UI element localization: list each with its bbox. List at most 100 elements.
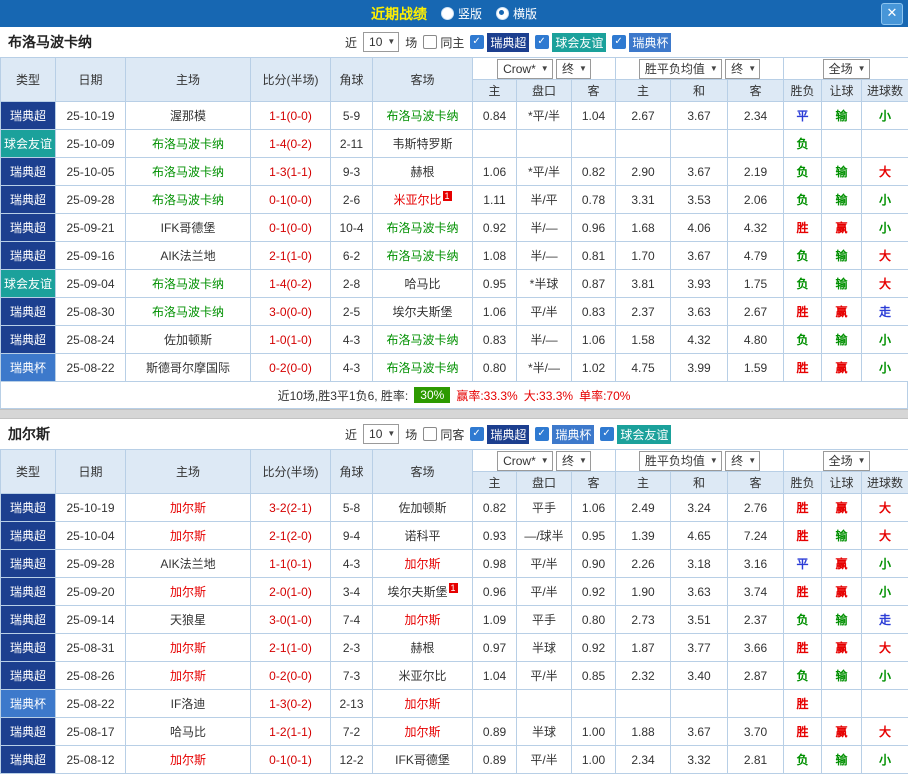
- league-filter[interactable]: 球会友谊: [535, 33, 606, 52]
- away-team[interactable]: 赫根: [373, 158, 473, 186]
- away-team[interactable]: 埃尔夫斯堡: [373, 298, 473, 326]
- final-select[interactable]: 终▼: [725, 451, 760, 471]
- away-team[interactable]: 韦斯特罗斯: [373, 130, 473, 158]
- final-select[interactable]: 终▼: [556, 59, 591, 79]
- league-badge: 瑞典杯: [552, 425, 594, 444]
- same-side-filter[interactable]: 同客: [423, 426, 464, 443]
- same-side-filter[interactable]: 同主: [423, 34, 464, 51]
- home-team[interactable]: 布洛马波卡纳: [126, 298, 251, 326]
- league-filter[interactable]: 球会友谊: [600, 425, 671, 444]
- home-team[interactable]: 布洛马波卡纳: [126, 186, 251, 214]
- home-team[interactable]: 佐加顿斯: [126, 326, 251, 354]
- mode-label-horizontal: 横版: [513, 5, 537, 22]
- league-filter[interactable]: 瑞典超: [470, 425, 529, 444]
- odds-away: 2.06: [728, 186, 784, 214]
- close-button[interactable]: ✕: [881, 3, 903, 25]
- league-filter[interactable]: 瑞典杯: [612, 33, 671, 52]
- odds-dropdown-cell: 胜平负均值▼ 终▼: [616, 450, 784, 472]
- score: 2-1(1-0): [251, 242, 331, 270]
- home-team[interactable]: AIK法兰地: [126, 242, 251, 270]
- final-select[interactable]: 终▼: [556, 451, 591, 471]
- chevron-down-icon: ▼: [541, 452, 549, 470]
- match-count-select[interactable]: 10▼: [363, 424, 399, 444]
- result-wdl: 负: [784, 746, 822, 774]
- mode-label-vertical: 竖版: [458, 5, 482, 22]
- bookmaker-select[interactable]: Crow*▼: [497, 451, 553, 471]
- away-team[interactable]: 布洛马波卡纳: [373, 214, 473, 242]
- avg-odds-select[interactable]: 胜平负均值▼: [639, 59, 722, 79]
- away-team[interactable]: 米亚尔比1: [373, 186, 473, 214]
- match-date: 25-09-14: [56, 606, 126, 634]
- away-team[interactable]: 埃尔夫斯堡1: [373, 578, 473, 606]
- away-team[interactable]: 加尔斯: [373, 550, 473, 578]
- title-bar: 近期战绩 竖版 横版 ✕: [0, 0, 908, 27]
- scope-dropdown-cell: 全场▼: [784, 450, 908, 472]
- home-team[interactable]: 加尔斯: [126, 746, 251, 774]
- avg-odds-select[interactable]: 胜平负均值▼: [639, 451, 722, 471]
- home-team[interactable]: 加尔斯: [126, 578, 251, 606]
- home-team[interactable]: 加尔斯: [126, 494, 251, 522]
- odds-home: 2.49: [616, 494, 671, 522]
- final-select[interactable]: 终▼: [725, 59, 760, 79]
- away-team[interactable]: 布洛马波卡纳: [373, 242, 473, 270]
- result-letgoal: 赢: [822, 634, 862, 662]
- handicap-dropdown-cell: Crow*▼ 终▼: [473, 450, 616, 472]
- home-team[interactable]: 渥那模: [126, 102, 251, 130]
- result-goals: 大: [862, 522, 908, 550]
- handicap-home-odds: 0.89: [473, 746, 517, 774]
- away-team[interactable]: IFK哥德堡: [373, 746, 473, 774]
- home-team[interactable]: IF洛迪: [126, 690, 251, 718]
- col-header: 客场: [373, 58, 473, 102]
- handicap-line: 平/半: [517, 662, 572, 690]
- chevron-down-icon: ▼: [387, 33, 395, 51]
- home-team[interactable]: 加尔斯: [126, 522, 251, 550]
- bookmaker-select[interactable]: Crow*▼: [497, 59, 553, 79]
- away-team[interactable]: 布洛马波卡纳: [373, 326, 473, 354]
- home-team[interactable]: 天狼星: [126, 606, 251, 634]
- home-team[interactable]: AIK法兰地: [126, 550, 251, 578]
- away-team[interactable]: 布洛马波卡纳: [373, 102, 473, 130]
- home-team[interactable]: 布洛马波卡纳: [126, 270, 251, 298]
- home-team[interactable]: 斯德哥尔摩国际: [126, 354, 251, 382]
- odds-draw: 3.67: [671, 718, 728, 746]
- mode-radio-horizontal[interactable]: 横版: [496, 5, 537, 22]
- home-team[interactable]: 加尔斯: [126, 634, 251, 662]
- result-wdl: 胜: [784, 494, 822, 522]
- away-team[interactable]: 佐加顿斯: [373, 494, 473, 522]
- corners: 2-11: [331, 130, 373, 158]
- away-team[interactable]: 加尔斯: [373, 606, 473, 634]
- home-team[interactable]: 加尔斯: [126, 662, 251, 690]
- away-team[interactable]: 诺科平: [373, 522, 473, 550]
- away-team[interactable]: 加尔斯: [373, 690, 473, 718]
- home-team[interactable]: 哈马比: [126, 718, 251, 746]
- odds-draw: [671, 130, 728, 158]
- away-team[interactable]: 布洛马波卡纳: [373, 354, 473, 382]
- handicap-away-odds: [572, 690, 616, 718]
- away-team[interactable]: 哈马比: [373, 270, 473, 298]
- odds-home: 1.68: [616, 214, 671, 242]
- league-filter[interactable]: 瑞典超: [470, 33, 529, 52]
- col-header: 日期: [56, 450, 126, 494]
- home-team[interactable]: 布洛马波卡纳: [126, 130, 251, 158]
- away-team[interactable]: 赫根: [373, 634, 473, 662]
- handicap-home-odds: 0.96: [473, 578, 517, 606]
- home-team[interactable]: 布洛马波卡纳: [126, 158, 251, 186]
- league-badge: 球会友谊: [552, 33, 606, 52]
- match-date: 25-10-19: [56, 494, 126, 522]
- match-date: 25-08-31: [56, 634, 126, 662]
- summary-text: 近10场,胜3平1负6, 胜率:: [278, 387, 409, 404]
- match-row: 瑞典杯25-08-22IF洛迪1-3(0-2)2-13加尔斯胜: [1, 690, 908, 718]
- handicap-away-odds: 1.06: [572, 326, 616, 354]
- col-header: 比分(半场): [251, 450, 331, 494]
- match-row: 瑞典超25-09-28布洛马波卡纳0-1(0-0)2-6米亚尔比11.11半/平…: [1, 186, 908, 214]
- mode-radio-vertical[interactable]: 竖版: [441, 5, 482, 22]
- odds-home: [616, 690, 671, 718]
- away-team[interactable]: 米亚尔比: [373, 662, 473, 690]
- away-team[interactable]: 加尔斯: [373, 718, 473, 746]
- match-count-select[interactable]: 10▼: [363, 32, 399, 52]
- checkbox-icon: [470, 427, 484, 441]
- scope-select[interactable]: 全场▼: [823, 451, 870, 471]
- scope-select[interactable]: 全场▼: [823, 59, 870, 79]
- home-team[interactable]: IFK哥德堡: [126, 214, 251, 242]
- league-filter[interactable]: 瑞典杯: [535, 425, 594, 444]
